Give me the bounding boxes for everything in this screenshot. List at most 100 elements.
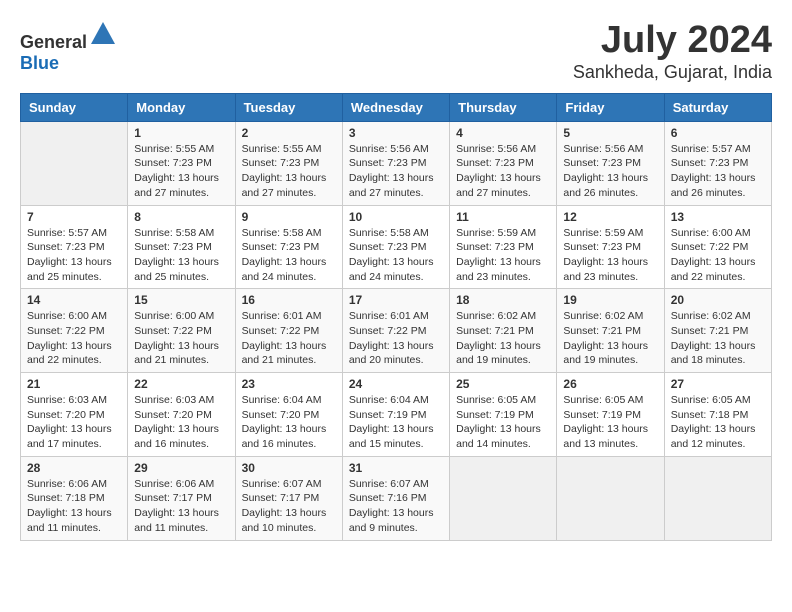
day-number: 5 <box>563 126 657 140</box>
logo-text: General Blue <box>20 20 117 74</box>
day-info: Sunrise: 6:06 AMSunset: 7:18 PMDaylight:… <box>27 477 121 536</box>
day-info: Sunrise: 5:56 AMSunset: 7:23 PMDaylight:… <box>456 142 550 201</box>
day-info: Sunrise: 6:01 AMSunset: 7:22 PMDaylight:… <box>349 309 443 368</box>
day-info: Sunrise: 5:56 AMSunset: 7:23 PMDaylight:… <box>563 142 657 201</box>
day-info: Sunrise: 6:02 AMSunset: 7:21 PMDaylight:… <box>456 309 550 368</box>
day-info: Sunrise: 6:04 AMSunset: 7:20 PMDaylight:… <box>242 393 336 452</box>
day-number: 27 <box>671 377 765 391</box>
day-number: 8 <box>134 210 228 224</box>
day-number: 29 <box>134 461 228 475</box>
calendar-cell: 11Sunrise: 5:59 AMSunset: 7:23 PMDayligh… <box>450 205 557 289</box>
day-info: Sunrise: 6:03 AMSunset: 7:20 PMDaylight:… <box>27 393 121 452</box>
location-title: Sankheda, Gujarat, India <box>573 62 772 83</box>
calendar-cell: 19 Sunrise: 6:02 AMSunset: 7:21 PMDayligh… <box>557 289 664 373</box>
calendar-cell: 24 Sunrise: 6:04 AMSunset: 7:19 PMDayligh… <box>342 373 449 457</box>
day-info: Sunrise: 6:05 AMSunset: 7:18 PMDaylight:… <box>671 393 765 452</box>
calendar-cell: 16Sunrise: 6:01 AMSunset: 7:22 PMDayligh… <box>235 289 342 373</box>
day-number: 19 <box>563 293 657 307</box>
calendar-header-row: SundayMondayTuesdayWednesdayThursdayFrid… <box>21 93 772 121</box>
day-info: Sunrise: 6:03 AMSunset: 7:20 PMDaylight:… <box>134 393 228 452</box>
day-info: Sunrise: 5:57 AMSunset: 7:23 PMDaylight:… <box>27 226 121 285</box>
calendar-cell: 6 Sunrise: 5:57 AMSunset: 7:23 PMDaylight… <box>664 121 771 205</box>
calendar-cell <box>450 456 557 540</box>
calendar-week-4: 21 Sunrise: 6:03 AMSunset: 7:20 PMDayligh… <box>21 373 772 457</box>
day-info: Sunrise: 5:58 AMSunset: 7:23 PMDaylight:… <box>349 226 443 285</box>
calendar-table: SundayMondayTuesdayWednesdayThursdayFrid… <box>20 93 772 541</box>
calendar-cell: 8Sunrise: 5:58 AMSunset: 7:23 PMDaylight… <box>128 205 235 289</box>
day-number: 12 <box>563 210 657 224</box>
calendar-cell: 7 Sunrise: 5:57 AMSunset: 7:23 PMDaylight… <box>21 205 128 289</box>
day-number: 31 <box>349 461 443 475</box>
logo-blue: Blue <box>20 53 59 73</box>
day-info: Sunrise: 6:04 AMSunset: 7:19 PMDaylight:… <box>349 393 443 452</box>
day-number: 25 <box>456 377 550 391</box>
day-number: 1 <box>134 126 228 140</box>
calendar-cell: 4 Sunrise: 5:56 AMSunset: 7:23 PMDaylight… <box>450 121 557 205</box>
day-number: 7 <box>27 210 121 224</box>
day-number: 4 <box>456 126 550 140</box>
day-number: 18 <box>456 293 550 307</box>
calendar-header-monday: Monday <box>128 93 235 121</box>
day-info: Sunrise: 5:57 AMSunset: 7:23 PMDaylight:… <box>671 142 765 201</box>
day-number: 14 <box>27 293 121 307</box>
calendar-header-sunday: Sunday <box>21 93 128 121</box>
calendar-cell: 27 Sunrise: 6:05 AMSunset: 7:18 PMDayligh… <box>664 373 771 457</box>
title-section: July 2024 Sankheda, Gujarat, India <box>573 20 772 83</box>
calendar-cell: 31 Sunrise: 6:07 AMSunset: 7:16 PMDayligh… <box>342 456 449 540</box>
calendar-cell: 13Sunrise: 6:00 AMSunset: 7:22 PMDayligh… <box>664 205 771 289</box>
logo: General Blue <box>20 20 117 74</box>
day-info: Sunrise: 6:05 AMSunset: 7:19 PMDaylight:… <box>456 393 550 452</box>
calendar-cell: 30 Sunrise: 6:07 AMSunset: 7:17 PMDayligh… <box>235 456 342 540</box>
day-info: Sunrise: 6:06 AMSunset: 7:17 PMDaylight:… <box>134 477 228 536</box>
calendar-week-5: 28Sunrise: 6:06 AMSunset: 7:18 PMDayligh… <box>21 456 772 540</box>
calendar-cell: 23Sunrise: 6:04 AMSunset: 7:20 PMDayligh… <box>235 373 342 457</box>
logo-general: General <box>20 32 87 52</box>
day-info: Sunrise: 5:58 AMSunset: 7:23 PMDaylight:… <box>242 226 336 285</box>
page-header: General Blue July 2024 Sankheda, Gujarat… <box>20 20 772 83</box>
calendar-cell: 10Sunrise: 5:58 AMSunset: 7:23 PMDayligh… <box>342 205 449 289</box>
calendar-cell: 3 Sunrise: 5:56 AMSunset: 7:23 PMDaylight… <box>342 121 449 205</box>
day-info: Sunrise: 6:00 AMSunset: 7:22 PMDaylight:… <box>27 309 121 368</box>
calendar-cell: 15Sunrise: 6:00 AMSunset: 7:22 PMDayligh… <box>128 289 235 373</box>
day-number: 21 <box>27 377 121 391</box>
calendar-cell: 14 Sunrise: 6:00 AMSunset: 7:22 PMDayligh… <box>21 289 128 373</box>
day-info: Sunrise: 5:56 AMSunset: 7:23 PMDaylight:… <box>349 142 443 201</box>
day-info: Sunrise: 6:05 AMSunset: 7:19 PMDaylight:… <box>563 393 657 452</box>
day-info: Sunrise: 6:07 AMSunset: 7:17 PMDaylight:… <box>242 477 336 536</box>
day-number: 2 <box>242 126 336 140</box>
calendar-cell: 22 Sunrise: 6:03 AMSunset: 7:20 PMDayligh… <box>128 373 235 457</box>
day-info: Sunrise: 6:02 AMSunset: 7:21 PMDaylight:… <box>563 309 657 368</box>
day-number: 30 <box>242 461 336 475</box>
calendar-cell <box>664 456 771 540</box>
month-title: July 2024 <box>573 20 772 62</box>
calendar-body: 1 Sunrise: 5:55 AMSunset: 7:23 PMDaylight… <box>21 121 772 540</box>
calendar-cell: 1 Sunrise: 5:55 AMSunset: 7:23 PMDaylight… <box>128 121 235 205</box>
day-info: Sunrise: 5:59 AMSunset: 7:23 PMDaylight:… <box>563 226 657 285</box>
calendar-cell: 17 Sunrise: 6:01 AMSunset: 7:22 PMDayligh… <box>342 289 449 373</box>
calendar-header-wednesday: Wednesday <box>342 93 449 121</box>
calendar-header-saturday: Saturday <box>664 93 771 121</box>
day-number: 17 <box>349 293 443 307</box>
calendar-header-tuesday: Tuesday <box>235 93 342 121</box>
calendar-week-2: 7 Sunrise: 5:57 AMSunset: 7:23 PMDaylight… <box>21 205 772 289</box>
calendar-cell: 29 Sunrise: 6:06 AMSunset: 7:17 PMDayligh… <box>128 456 235 540</box>
day-info: Sunrise: 6:00 AMSunset: 7:22 PMDaylight:… <box>671 226 765 285</box>
day-number: 26 <box>563 377 657 391</box>
day-info: Sunrise: 6:07 AMSunset: 7:16 PMDaylight:… <box>349 477 443 536</box>
day-number: 6 <box>671 126 765 140</box>
day-number: 20 <box>671 293 765 307</box>
day-number: 24 <box>349 377 443 391</box>
calendar-cell: 25 Sunrise: 6:05 AMSunset: 7:19 PMDayligh… <box>450 373 557 457</box>
day-info: Sunrise: 6:02 AMSunset: 7:21 PMDaylight:… <box>671 309 765 368</box>
calendar-cell: 20 Sunrise: 6:02 AMSunset: 7:21 PMDayligh… <box>664 289 771 373</box>
calendar-week-1: 1 Sunrise: 5:55 AMSunset: 7:23 PMDaylight… <box>21 121 772 205</box>
day-number: 22 <box>134 377 228 391</box>
calendar-cell: 21 Sunrise: 6:03 AMSunset: 7:20 PMDayligh… <box>21 373 128 457</box>
day-info: Sunrise: 6:00 AMSunset: 7:22 PMDaylight:… <box>134 309 228 368</box>
day-number: 3 <box>349 126 443 140</box>
calendar-cell: 12 Sunrise: 5:59 AMSunset: 7:23 PMDayligh… <box>557 205 664 289</box>
day-info: Sunrise: 5:55 AMSunset: 7:23 PMDaylight:… <box>134 142 228 201</box>
calendar-header-friday: Friday <box>557 93 664 121</box>
day-number: 16 <box>242 293 336 307</box>
calendar-week-3: 14 Sunrise: 6:00 AMSunset: 7:22 PMDayligh… <box>21 289 772 373</box>
